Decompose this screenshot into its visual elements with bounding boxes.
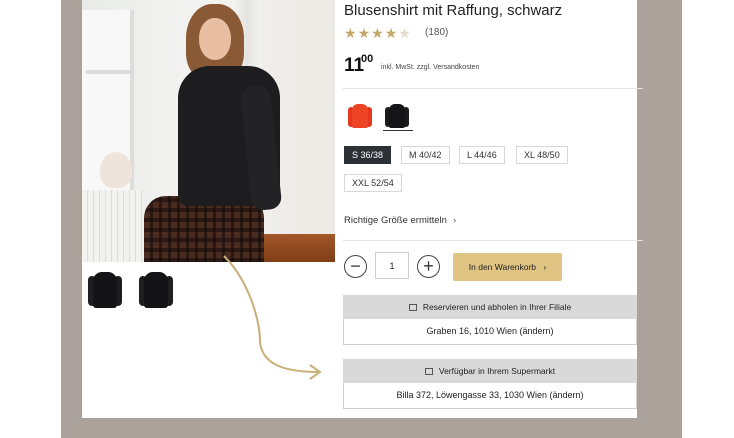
size-option-l[interactable]: L 44/46	[459, 146, 505, 164]
size-option-xxl[interactable]: XXL 52/54	[344, 174, 402, 192]
supermarket-address[interactable]: Billa 372, Löwengasse 33, 1030 Wien (änd…	[343, 383, 637, 409]
curved-arrow-icon	[223, 255, 322, 380]
review-count[interactable]: (180)	[425, 27, 448, 38]
add-to-cart-button[interactable]: In den Warenkorb ›	[453, 253, 562, 281]
star-icon: ★	[371, 25, 385, 41]
add-to-cart-label: In den Warenkorb	[468, 262, 537, 272]
star-icon: ★	[384, 25, 399, 41]
model-face	[199, 18, 231, 60]
chevron-right-icon: ›	[543, 262, 547, 272]
store-pickup-header: Reservieren und abholen in Ihrer Filiale	[343, 295, 637, 319]
quantity-plus-button[interactable]: +	[417, 255, 440, 278]
divider	[343, 240, 643, 241]
size-option-xl[interactable]: XL 48/50	[516, 146, 568, 164]
supermarket-header: Verfügbar in Ihrem Supermarkt	[343, 359, 637, 383]
vase-decor	[100, 152, 132, 188]
radiator-backdrop	[82, 190, 142, 262]
product-title: Blusenshirt mit Raffung, schwarz	[344, 2, 563, 19]
chevron-right-icon: ›	[452, 215, 457, 226]
star-icon: ★	[344, 25, 358, 41]
quantity-input[interactable]: 1	[375, 252, 409, 279]
color-swatch-red[interactable]	[346, 102, 374, 130]
thumbnail-back[interactable]	[137, 268, 175, 310]
supermarket-icon	[424, 368, 433, 375]
color-swatch-black[interactable]	[383, 102, 413, 131]
rating-stars[interactable]: ★★★★★	[344, 25, 412, 42]
store-address[interactable]: Graben 16, 1010 Wien (ändern)	[343, 319, 637, 345]
product-main-image[interactable]	[82, 0, 335, 262]
star-icon: ★	[357, 25, 372, 41]
quantity-minus-button[interactable]: −	[344, 255, 367, 278]
price-decimal: 00	[361, 53, 374, 65]
size-option-m[interactable]: M 40/42	[401, 146, 450, 164]
divider	[343, 88, 643, 89]
star-empty-icon: ★	[398, 25, 412, 41]
store-icon	[408, 304, 417, 311]
size-guide-link[interactable]: Richtige Größe ermitteln ›	[344, 215, 456, 226]
thumbnail-front[interactable]	[86, 268, 124, 310]
size-option-s[interactable]: S 36/38	[344, 146, 392, 164]
size-guide-label: Richtige Größe ermitteln	[344, 215, 447, 226]
price-note: inkl. MwSt. zzgl. Versandkosten	[381, 64, 480, 71]
